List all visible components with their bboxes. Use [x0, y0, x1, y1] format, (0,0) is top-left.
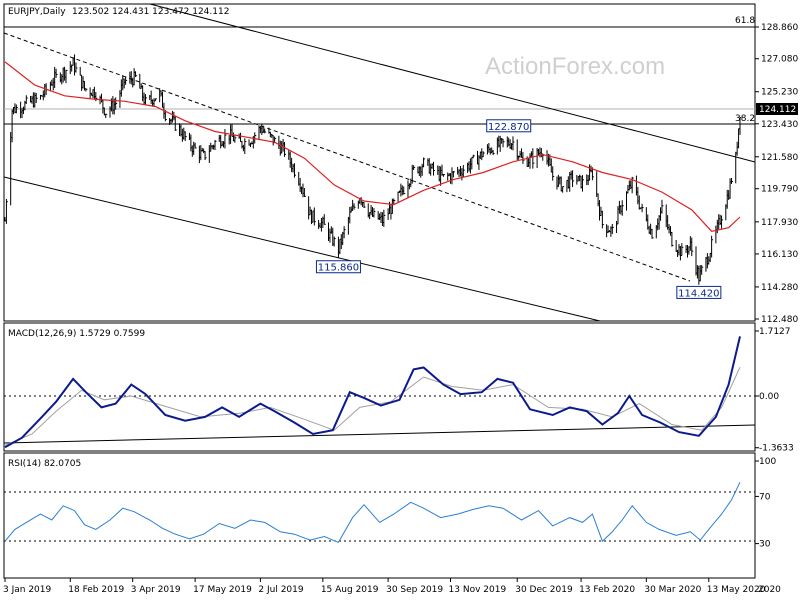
x-tick-label: 3 Apr 2019: [131, 585, 181, 595]
x-tick-label: 17 May 2019: [193, 585, 252, 595]
x-tick-label: 30 Dec 2019: [515, 585, 573, 595]
rsi-tick-label: 70: [759, 492, 771, 502]
rsi-panel-frame: [3, 452, 756, 579]
price-symbol-header: EURJPY,Daily: [8, 7, 66, 17]
lower-channel-line: [3, 176, 601, 322]
price-tick-label: 125.230: [761, 88, 798, 98]
eurjpy-chart: EURJPY,Daily 123.502 124.431 123.472 124…: [3, 3, 798, 595]
price-annotation-label: 122.870: [488, 122, 529, 133]
x-tick-label: 3 Jan 2019: [3, 585, 51, 595]
watermark: ActionForex.com: [485, 53, 665, 80]
x-tick-label: 30 Mar 2020: [644, 585, 701, 595]
x-tick-label: 2 Jul 2019: [258, 585, 303, 595]
macd-panel-frame: [3, 322, 756, 452]
price-tick-label: 117.930: [761, 218, 798, 228]
fib-label-61-8: 61.8: [735, 16, 755, 26]
macd-trend-line: [3, 424, 756, 444]
rsi-tick-label: 30: [759, 540, 771, 550]
moving-average-line: [4, 61, 741, 232]
x-axis-ticks: 3 Jan 2019 18 Feb 2019 3 Apr 2019 17 May 20…: [3, 578, 781, 595]
macd-tick-label: 1.7127: [759, 327, 791, 337]
price-annotation-label: 114.420: [678, 288, 719, 299]
price-tick-label: 114.280: [761, 283, 798, 293]
price-axis-ticks: 128.860 127.080 125.230 123.430 121.580 119.7…: [755, 23, 798, 325]
macd-axis-ticks: 1.7127 0.00 -1.3633: [755, 327, 794, 454]
x-tick-label: 18 Feb 2019: [68, 585, 124, 595]
macd-header: MACD(12,26,9) 1.5729 0.7599: [8, 329, 145, 339]
macd-tick-label: -1.3633: [759, 444, 794, 454]
rsi-line: [4, 481, 741, 544]
price-tick-label: 128.860: [761, 23, 798, 33]
x-tick-label: 30 Sep 2019: [386, 585, 443, 595]
price-tick-label: 112.480: [761, 315, 798, 325]
macd-line: [4, 336, 741, 449]
x-tick-label: 13 Feb 2020: [579, 585, 635, 595]
price-tick-label: 121.580: [761, 153, 798, 163]
x-tick-label: 15 Aug 2019: [321, 585, 379, 595]
price-tick-label: 119.790: [761, 185, 798, 195]
price-panel-frame: [3, 3, 756, 322]
x-tick-label: 13 May 2020: [707, 585, 766, 595]
rsi-header: RSI(14) 82.0705: [8, 459, 81, 469]
macd-tick-label: 0.00: [759, 392, 779, 402]
price-annotation-label: 115.860: [318, 263, 359, 274]
x-tick-label-end: 2020: [758, 585, 781, 595]
price-tick-label: 123.430: [761, 120, 798, 130]
current-price-tag-text: 124.112: [759, 105, 796, 115]
rsi-tick-label: 100: [759, 457, 776, 467]
fib-label-38-2: 38.2: [735, 114, 755, 124]
x-tick-label: 13 Nov 2019: [449, 585, 507, 595]
macd-signal-line: [4, 366, 741, 446]
price-tick-label: 127.080: [761, 55, 798, 65]
price-ohlc-header: 123.502 124.431 123.472 124.112: [72, 7, 229, 17]
price-bars: [4, 54, 742, 285]
price-tick-label: 116.130: [761, 250, 798, 260]
rsi-axis-ticks: 100 70 30: [755, 457, 776, 550]
